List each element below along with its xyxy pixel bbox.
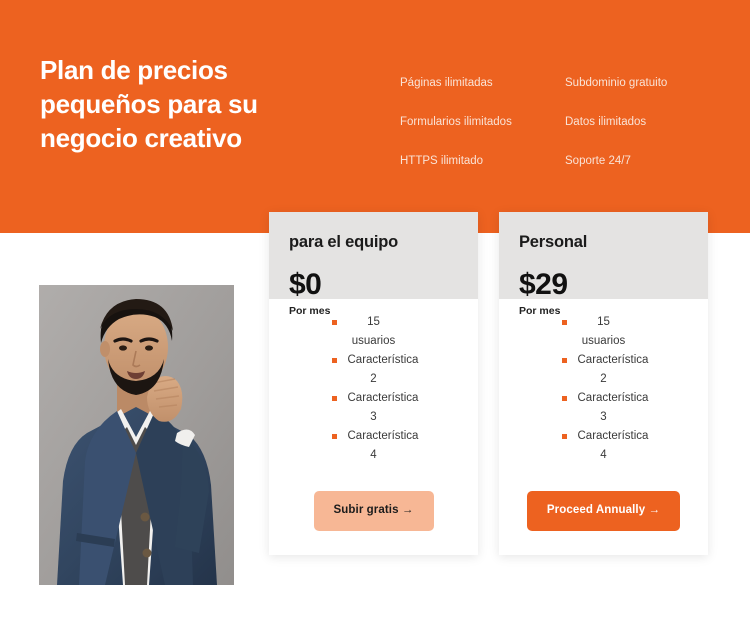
- pricing-card-body: 15 usuarios Característica 2 Característ…: [269, 299, 478, 555]
- list-item-label: Característica 2: [347, 354, 419, 385]
- plan-price: $29: [519, 267, 568, 301]
- page-title: Plan de precios pequeños para su negocio…: [40, 55, 258, 153]
- plan-name: para el equipo: [289, 233, 399, 251]
- pricing-card-header: para el equipo $0 Por mes: [269, 212, 478, 316]
- hero-feature-grid: Páginas ilimitadas Subdominio gratuito F…: [400, 77, 720, 195]
- hero-feature-item: Datos ilimitados: [565, 116, 647, 128]
- hero-feature-item: Formularios ilimitados: [400, 116, 512, 128]
- list-item: Característica 4: [331, 427, 418, 465]
- list-item-label: Característica 4: [577, 430, 649, 461]
- pricing-card-body: 15 usuarios Característica 2 Característ…: [499, 299, 708, 555]
- cta-container: Subir gratis →: [269, 465, 478, 555]
- list-item: Característica 2: [331, 351, 418, 389]
- portrait-photo: [39, 285, 234, 585]
- bullet-icon: [331, 320, 337, 325]
- list-item-label: Característica 3: [577, 392, 649, 423]
- proceed-annually-button[interactable]: Proceed Annually →: [526, 491, 681, 531]
- list-item-label: Característica 3: [347, 392, 419, 423]
- bullet-icon: [561, 358, 567, 363]
- hero-feature-item: HTTPS ilimitado: [400, 155, 484, 167]
- list-item: 15 usuarios: [561, 313, 630, 351]
- list-item: 15 usuarios: [331, 313, 400, 351]
- list-item: Característica 3: [331, 389, 418, 427]
- hero-feature-item: Páginas ilimitadas: [400, 77, 493, 89]
- subir-gratis-button[interactable]: Subir gratis →: [313, 491, 434, 531]
- list-item-label: 15 usuarios: [351, 316, 396, 347]
- pricing-card-personal[interactable]: Personal $29 Por mes 15 usuarios Caracte…: [499, 212, 708, 555]
- bullet-icon: [561, 320, 567, 325]
- bullet-icon: [561, 396, 567, 401]
- plan-name: Personal: [519, 233, 588, 251]
- list-item-label: Característica 2: [577, 354, 649, 385]
- bullet-icon: [331, 358, 337, 363]
- plan-price: $0: [289, 267, 322, 301]
- list-item: Característica 2: [561, 351, 648, 389]
- list-item-label: 15 usuarios: [581, 316, 626, 347]
- list-item: Característica 3: [561, 389, 648, 427]
- bullet-icon: [331, 396, 337, 401]
- list-item-label: Característica 4: [347, 430, 419, 461]
- portrait-photo-graphic: [39, 285, 234, 585]
- list-item: Característica 4: [561, 427, 648, 465]
- hero-feature-item: Subdominio gratuito: [565, 77, 668, 89]
- cta-container: Proceed Annually →: [499, 465, 708, 555]
- bullet-icon: [561, 434, 567, 439]
- bullet-icon: [331, 434, 337, 439]
- plan-feature-list: 15 usuarios Característica 2 Característ…: [499, 313, 708, 465]
- pricing-card-team[interactable]: para el equipo $0 Por mes 15 usuarios Ca…: [269, 212, 478, 555]
- pricing-card-header: Personal $29 Por mes: [499, 212, 708, 316]
- plan-feature-list: 15 usuarios Característica 2 Característ…: [269, 313, 478, 465]
- hero-feature-item: Soporte 24/7: [565, 155, 631, 167]
